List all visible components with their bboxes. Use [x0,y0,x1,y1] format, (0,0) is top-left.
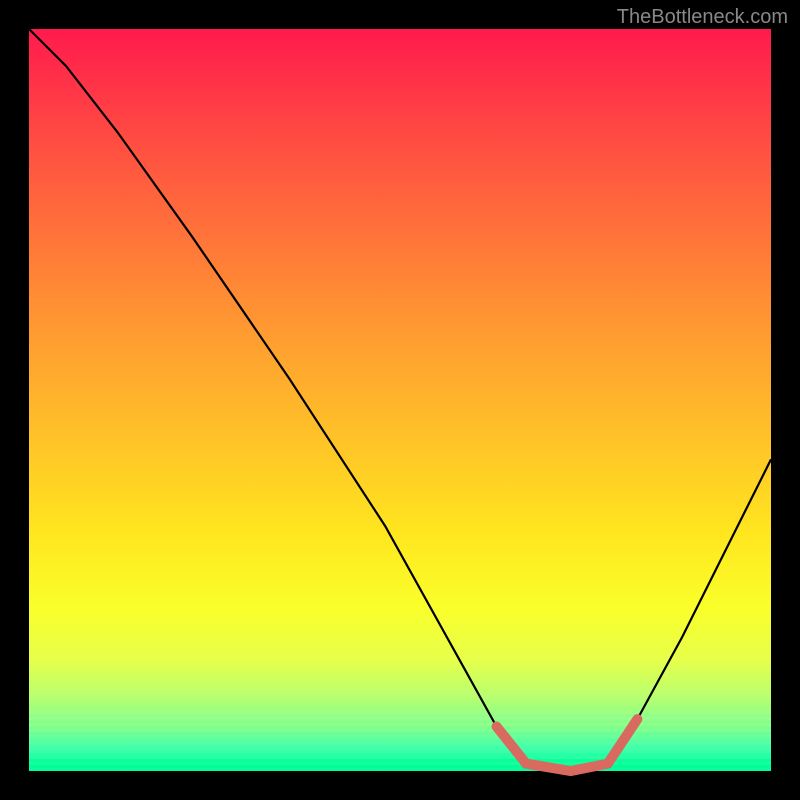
chart-plot-area [29,29,771,771]
watermark-text: TheBottleneck.com [617,6,788,29]
bottleneck-curve-path [29,29,771,771]
acceptable-range-highlight [497,719,638,771]
chart-svg [29,29,771,771]
